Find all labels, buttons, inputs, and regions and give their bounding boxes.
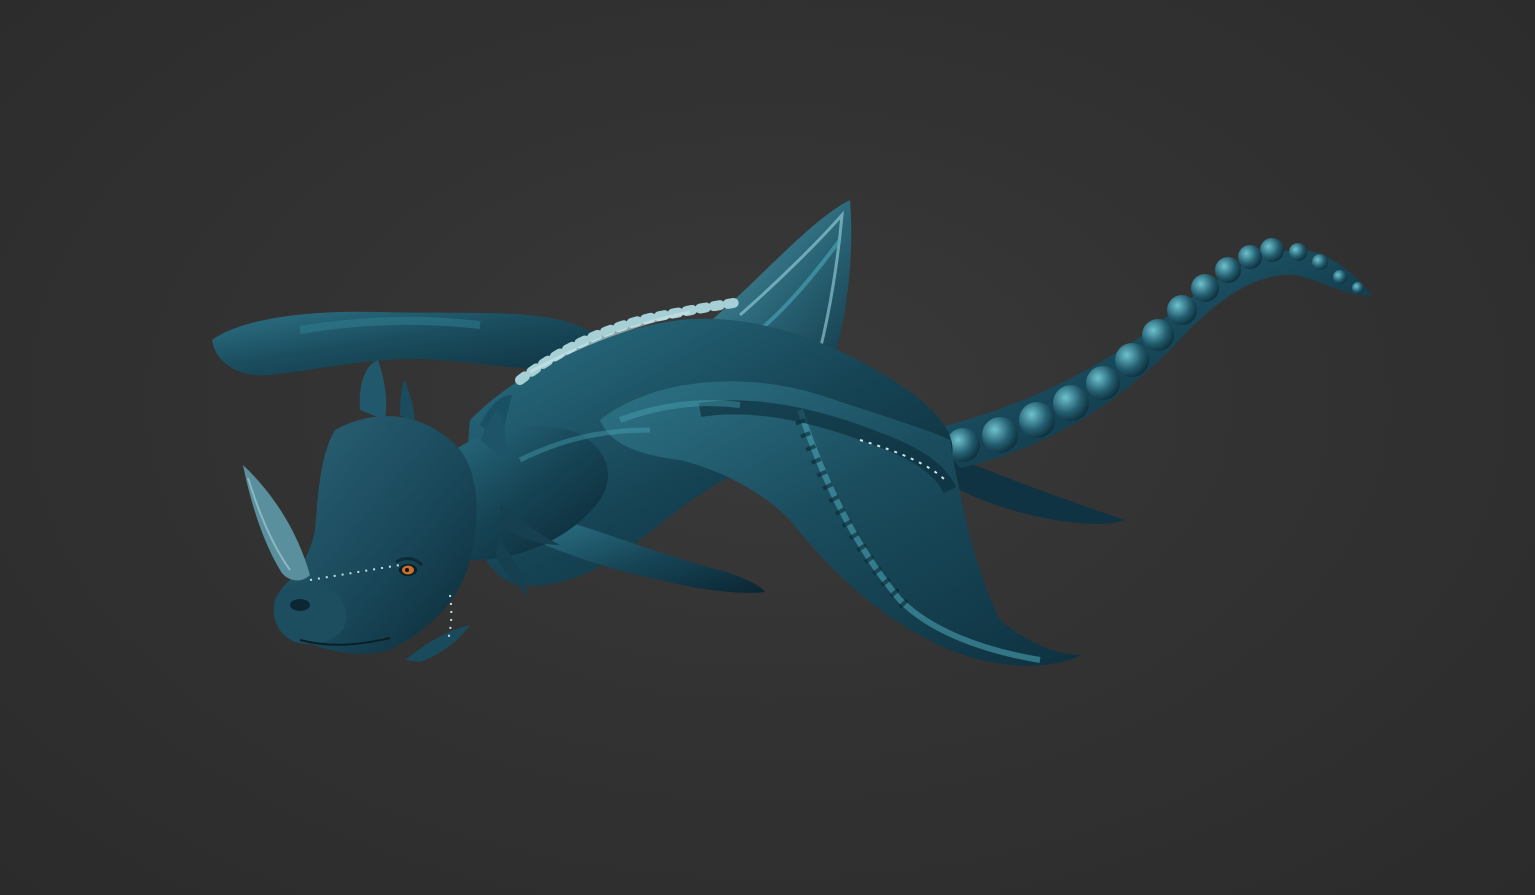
front-leg xyxy=(545,520,765,593)
nose-horn xyxy=(243,465,310,581)
tail xyxy=(930,238,1372,468)
rear-wing-fin xyxy=(950,455,1125,524)
viewport xyxy=(0,0,1535,895)
ear-left xyxy=(359,360,387,420)
dragon-render xyxy=(212,200,1372,666)
